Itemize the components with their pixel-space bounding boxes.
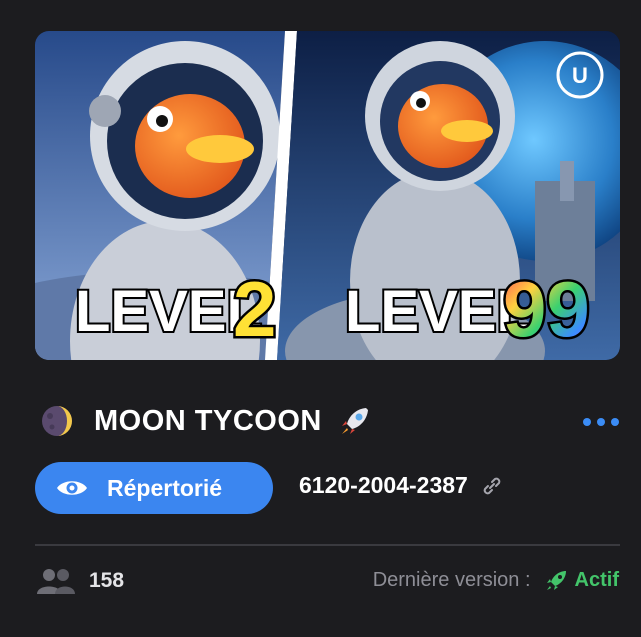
map-card: U LEVEL 2 LEVEL 99 MOON TYCOON Répertori… [0,0,641,637]
moon-emoji-icon [42,406,72,436]
island-code[interactable]: 6120-2004-2387 [299,472,504,499]
title-row: MOON TYCOON [40,398,610,444]
player-count-value: 158 [89,569,125,592]
version-status: Dernière version : Actif [373,568,619,592]
rocket-icon [546,571,566,590]
map-title: MOON TYCOON [94,404,322,437]
island-code-text: 6120-2004-2387 [299,472,468,498]
users-icon [37,569,75,594]
right-level-number: 99 [503,265,590,353]
listed-status-pill[interactable]: Répertorié [35,462,273,514]
divider [35,544,620,546]
player-count: 158 [35,568,124,594]
svg-text:U: U [572,63,588,88]
more-dots-icon [583,418,591,426]
version-status-value: Actif [574,568,619,591]
more-options-button[interactable] [583,418,619,426]
rocket-emoji-icon [341,408,368,434]
listed-status-label: Répertorié [107,474,223,501]
left-level-number: 2 [233,265,276,353]
version-label: Dernière version : [372,568,531,591]
eye-icon [57,481,87,495]
link-icon[interactable] [480,474,504,498]
thumbnail-image[interactable]: U LEVEL 2 LEVEL 99 [35,31,620,360]
